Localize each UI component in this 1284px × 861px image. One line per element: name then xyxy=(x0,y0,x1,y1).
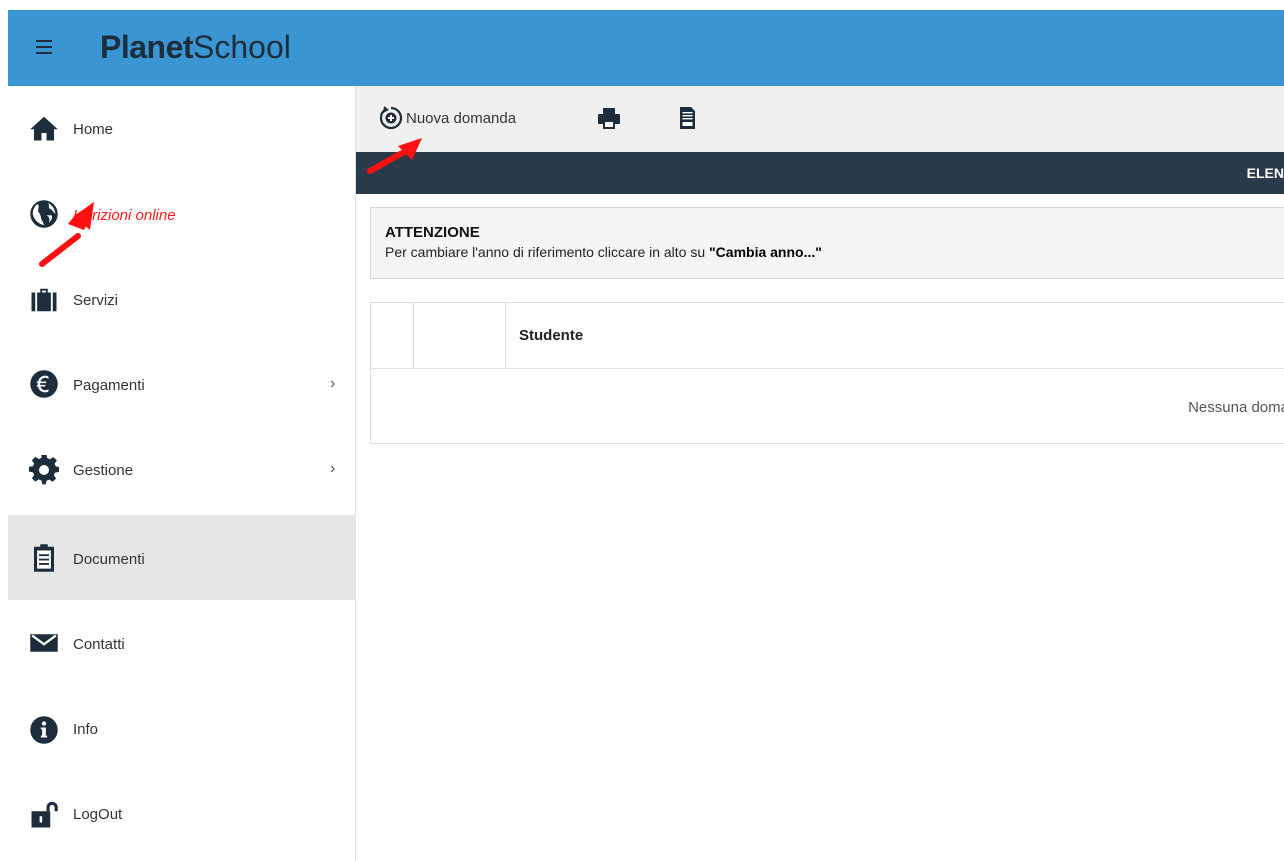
top-header: PlanetSchool xyxy=(8,10,1284,86)
gear-icon xyxy=(28,454,60,486)
applications-table: Studente Nessuna doma xyxy=(370,302,1284,444)
sidebar-item-label: Gestione xyxy=(73,462,134,479)
envelope-icon xyxy=(28,627,60,659)
brand-regular: School xyxy=(193,29,291,65)
alert-text-bold: "Cambia anno..." xyxy=(709,244,822,260)
sidebar-item-label: Documenti xyxy=(73,551,145,568)
annotation-arrow-icon xyxy=(39,202,94,267)
empty-table-message: Nessuna doma xyxy=(1188,399,1284,416)
sidebar-item-info[interactable]: Info xyxy=(8,685,356,770)
sidebar-item-servizi[interactable]: Servizi xyxy=(8,256,356,341)
sidebar-item-label: Servizi xyxy=(73,292,119,309)
euro-icon xyxy=(28,368,60,400)
table-header-row: Studente xyxy=(371,303,1284,369)
toolbar: Nuova domanda xyxy=(356,86,1284,152)
info-icon xyxy=(28,714,60,746)
alert-text-body: Per cambiare l'anno di riferimento clicc… xyxy=(385,244,710,260)
main-content: Nuova domanda ELEN ATTENZIONE Per cambia xyxy=(356,86,1284,861)
xls-file-icon xyxy=(680,107,695,129)
clipboard-icon xyxy=(28,542,60,574)
printer-icon xyxy=(598,108,620,129)
sidebar-item-label: Info xyxy=(73,721,99,738)
brand-bold: Planet xyxy=(100,29,194,65)
refresh-plus-icon xyxy=(379,106,403,130)
sidebar-item-label: Pagamenti xyxy=(73,377,145,394)
new-application-label: Nuova domanda xyxy=(406,109,517,127)
sidebar-item-contatti[interactable]: Contatti xyxy=(8,600,356,685)
export-xls-button[interactable] xyxy=(674,105,700,131)
sidebar-item-label: LogOut xyxy=(73,806,123,823)
sidebar-item-home[interactable]: Home xyxy=(8,86,356,171)
briefcase-icon xyxy=(28,284,60,316)
column-divider xyxy=(505,303,506,369)
home-icon xyxy=(28,112,60,144)
sidebar-item-label: Contatti xyxy=(73,636,125,653)
unlock-icon xyxy=(28,799,60,831)
chevron-right-icon: › xyxy=(330,460,336,477)
sidebar-item-logout[interactable]: LogOut xyxy=(8,770,356,855)
sidebar-item-documenti[interactable]: Documenti xyxy=(8,515,356,600)
alert-title: ATTENZIONE xyxy=(385,224,480,241)
annotation-arrow-icon xyxy=(367,138,422,174)
new-application-button[interactable]: Nuova domanda xyxy=(378,105,516,131)
attention-alert: ATTENZIONE Per cambiare l'anno di riferi… xyxy=(370,207,1284,279)
brand-logo[interactable]: PlanetSchool xyxy=(100,29,291,65)
column-header-student[interactable]: Studente xyxy=(519,327,583,344)
section-title: ELEN xyxy=(1246,165,1284,181)
hamburger-menu-icon[interactable] xyxy=(36,40,52,54)
sidebar-item-label: Home xyxy=(73,121,114,138)
section-title-bar: ELEN xyxy=(356,152,1284,194)
chevron-right-icon: › xyxy=(330,375,336,392)
print-button[interactable] xyxy=(596,105,622,131)
column-divider xyxy=(413,303,414,369)
sidebar-item-gestione[interactable]: Gestione › xyxy=(8,426,356,511)
sidebar-item-pagamenti[interactable]: Pagamenti › xyxy=(8,341,356,426)
alert-text: Per cambiare l'anno di riferimento clicc… xyxy=(385,244,822,260)
